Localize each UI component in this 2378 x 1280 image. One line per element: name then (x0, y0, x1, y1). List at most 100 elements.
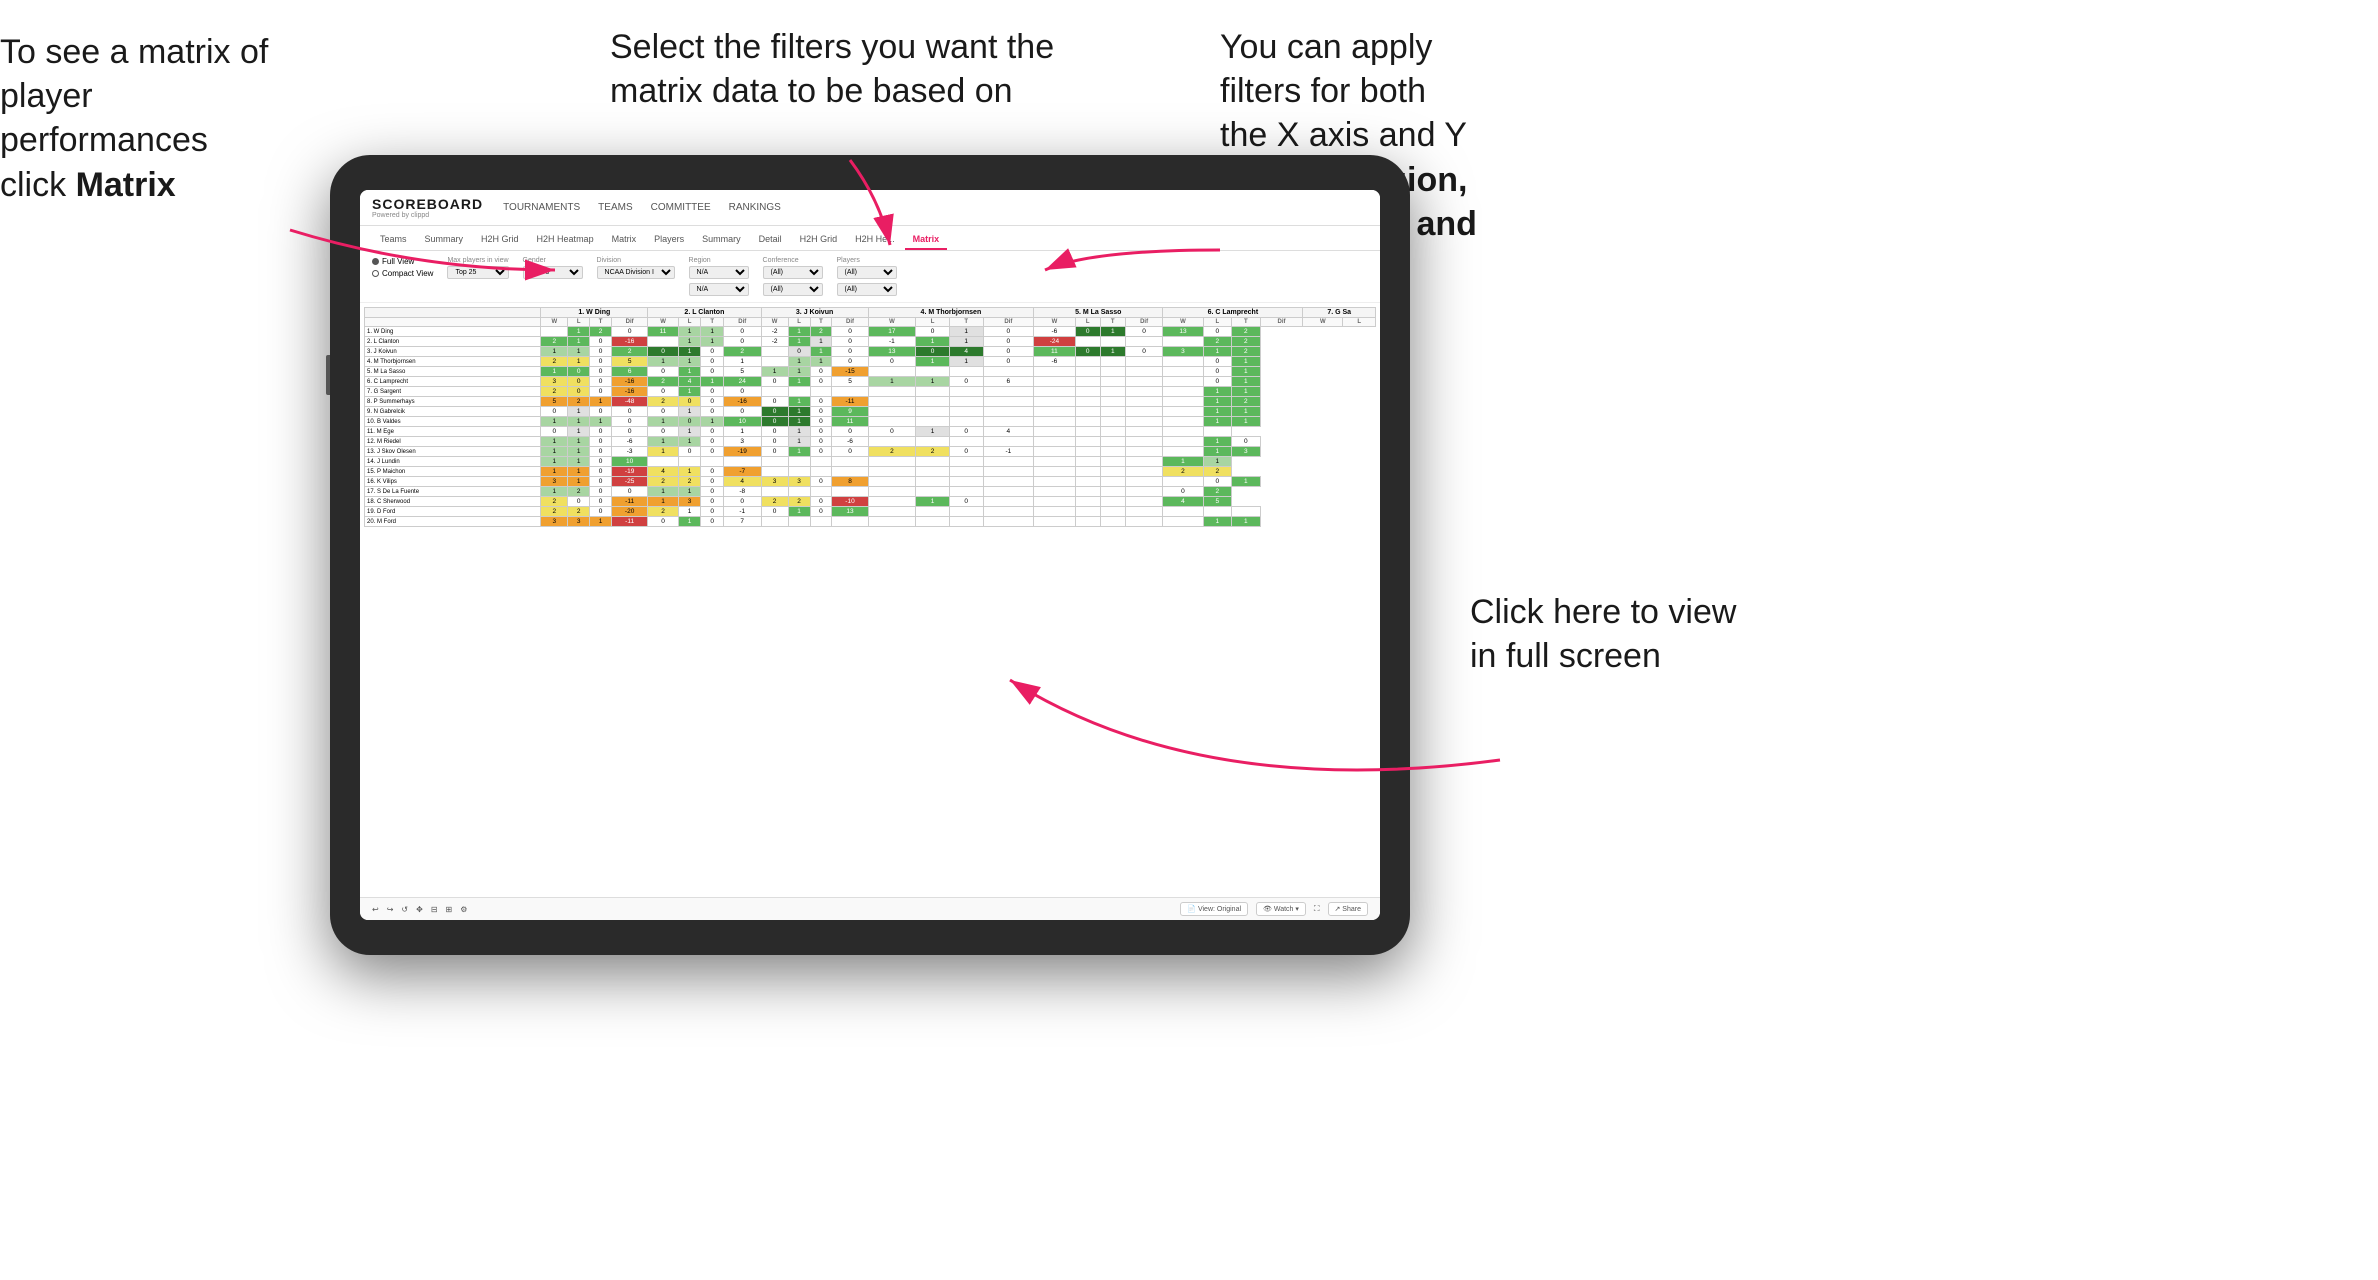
matrix-cell (810, 387, 832, 397)
annotation-tr-l3: the X axis and Y (1220, 116, 1467, 154)
subnav-teams[interactable]: Teams (372, 230, 415, 250)
matrix-cell: 0 (611, 417, 647, 427)
watch-btn[interactable]: 👁 Watch ▾ (1256, 902, 1306, 916)
matrix-cell: 1 (678, 517, 701, 527)
app-header: SCOREBOARD Powered by clippd TOURNAMENTS… (360, 190, 1380, 226)
subnav-h2h-he[interactable]: H2H He... (847, 230, 903, 250)
matrix-cell: 0 (916, 327, 950, 337)
matrix-cell (1075, 377, 1100, 387)
bottom-toolbar: ↩ ↪ ↺ ✥ ⊟ ⊞ ⚙ 📄 View: Original 👁 Watch ▾… (360, 897, 1380, 920)
matrix-cell: 0 (568, 497, 590, 507)
subnav-players[interactable]: Players (646, 230, 692, 250)
subnav-matrix-active[interactable]: Matrix (905, 230, 948, 250)
player-name-cell: 20. M Ford (365, 517, 541, 527)
matrix-cell: 2 (541, 357, 568, 367)
matrix-cell (761, 357, 788, 367)
subnav-summary2[interactable]: Summary (694, 230, 749, 250)
division-select[interactable]: NCAA Division I (597, 266, 675, 279)
matrix-cell: 0 (723, 407, 761, 417)
nav-rankings[interactable]: RANKINGS (729, 202, 781, 213)
full-view-option[interactable]: Full View (372, 257, 433, 266)
matrix-cell: -7 (723, 467, 761, 477)
matrix-cell: 1 (678, 347, 701, 357)
subnav-matrix-left[interactable]: Matrix (604, 230, 645, 250)
matrix-cell (810, 487, 832, 497)
matrix-cell: 1 (590, 397, 612, 407)
subnav-detail[interactable]: Detail (751, 230, 790, 250)
matrix-cell (788, 467, 810, 477)
matrix-cell (983, 497, 1034, 507)
matrix-cell (1034, 377, 1076, 387)
cursor-btn[interactable]: ✥ (416, 905, 423, 914)
subnav-summary[interactable]: Summary (417, 230, 472, 250)
matrix-cell: 1 (678, 407, 701, 417)
compact-view-option[interactable]: Compact View (372, 269, 433, 278)
matrix-cell (761, 517, 788, 527)
annotation-line2: player performances (0, 77, 208, 159)
conference-select-y[interactable]: (All) (763, 283, 823, 296)
matrix-cell: 1 (568, 437, 590, 447)
subnav-h2h-heatmap[interactable]: H2H Heatmap (529, 230, 602, 250)
max-players-select[interactable]: Top 25 (447, 266, 508, 279)
matrix-cell: 0 (590, 407, 612, 417)
matrix-cell: 1 (949, 327, 983, 337)
reset-btn[interactable]: ↺ (401, 905, 408, 914)
annotation-tr-l1: You can apply (1220, 28, 1432, 66)
matrix-cell (1034, 477, 1076, 487)
matrix-cell: 1 (949, 337, 983, 347)
redo-btn[interactable]: ↪ (387, 905, 394, 914)
matrix-cell: 5 (1203, 497, 1232, 507)
matrix-cell: 24 (723, 377, 761, 387)
nav-teams[interactable]: TEAMS (598, 202, 632, 213)
annotation-topleft: To see a matrix of player performances c… (0, 30, 290, 207)
players-select-x[interactable]: (All) (837, 266, 897, 279)
matrix-cell (983, 367, 1034, 377)
matrix-cell: 1 (788, 337, 810, 347)
matrix-cell: 0 (701, 447, 724, 457)
matrix-cell (1125, 397, 1163, 407)
matrix-cell: 0 (701, 397, 724, 407)
table-row: 18. C Sherwood200-111300220-101045 (365, 497, 1376, 507)
matrix-cell: 0 (723, 387, 761, 397)
fullscreen-btn[interactable]: ⛶ (1314, 904, 1320, 914)
matrix-cell: 2 (810, 327, 832, 337)
players-select-y[interactable]: (All) (837, 283, 897, 296)
table-row: 5. M La Sasso10060105110-1501 (365, 367, 1376, 377)
gender-select[interactable]: Men's (523, 266, 583, 279)
zoom-in-btn[interactable]: ⊞ (446, 905, 453, 914)
table-row: 16. K Vilips310-252204330801 (365, 477, 1376, 487)
subnav-h2h-grid[interactable]: H2H Grid (473, 230, 527, 250)
nav-tournaments[interactable]: TOURNAMENTS (503, 202, 580, 213)
matrix-cell: 0 (701, 347, 724, 357)
matrix-cell: 0 (648, 407, 679, 417)
share-btn[interactable]: ↗ Share (1328, 902, 1369, 916)
matrix-cell: 1 (590, 417, 612, 427)
matrix-container[interactable]: 1. W Ding 2. L Clanton 3. J Koivun 4. M … (360, 303, 1380, 897)
nav-committee[interactable]: COMMITTEE (651, 202, 711, 213)
region-select-x[interactable]: N/A (689, 266, 749, 279)
matrix-cell: 1 (1232, 417, 1261, 427)
region-select-y[interactable]: N/A (689, 283, 749, 296)
player-name-cell: 8. P Summerhays (365, 397, 541, 407)
matrix-cell (1075, 457, 1100, 467)
zoom-out-btn[interactable]: ⊟ (431, 905, 438, 914)
matrix-cell: -6 (611, 437, 647, 447)
matrix-cell (916, 487, 950, 497)
matrix-cell: 1 (949, 357, 983, 367)
matrix-cell: 0 (983, 327, 1034, 337)
subnav-h2h-grid2[interactable]: H2H Grid (792, 230, 846, 250)
undo-btn[interactable]: ↩ (372, 905, 379, 914)
matrix-cell (868, 477, 916, 487)
matrix-cell: 0 (590, 467, 612, 477)
conference-select-x[interactable]: (All) (763, 266, 823, 279)
matrix-cell (1034, 437, 1076, 447)
matrix-cell: -16 (611, 387, 647, 397)
matrix-cell (1034, 387, 1076, 397)
matrix-cell (1125, 417, 1163, 427)
matrix-cell (1100, 397, 1125, 407)
view-original-btn[interactable]: 📄 View: Original (1180, 902, 1248, 916)
sh-d4: Dif (983, 318, 1034, 327)
matrix-cell: 1 (541, 347, 568, 357)
matrix-cell: 1 (541, 457, 568, 467)
settings-btn[interactable]: ⚙ (460, 905, 467, 914)
